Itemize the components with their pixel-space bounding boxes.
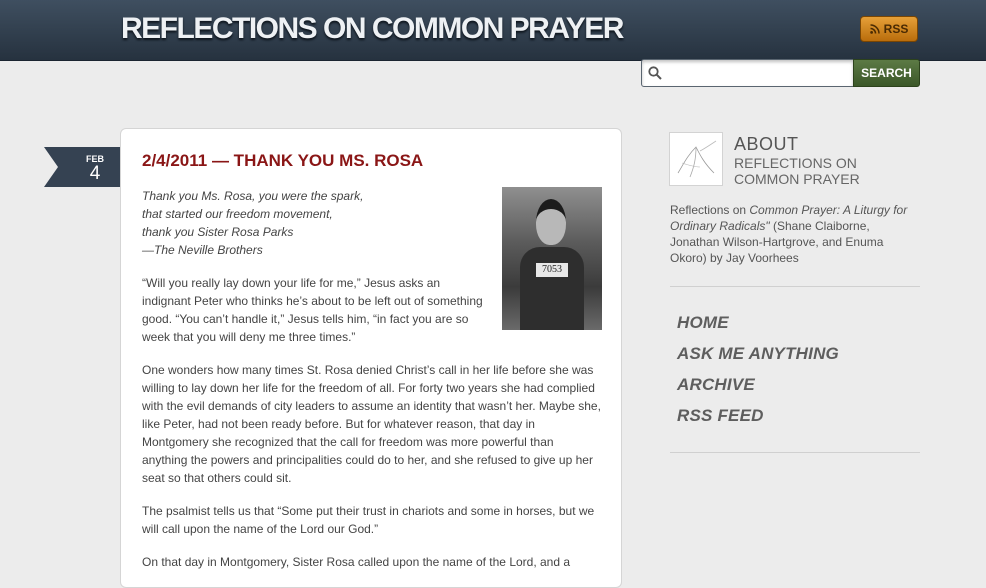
rss-icon (869, 24, 880, 34)
post-title[interactable]: 2/4/2011 — THANK YOU MS. ROSA (142, 151, 423, 171)
sidebar-divider (670, 286, 920, 287)
photo-figure-body (520, 247, 584, 330)
quote-line: that started our freedom movement, (142, 207, 333, 221)
nav-item-ask-me-anything[interactable]: ASK ME ANYTHING (677, 344, 839, 375)
quote-line: thank you Sister Rosa Parks (142, 225, 294, 239)
photo-figure-head (536, 199, 566, 245)
search-icon (648, 66, 662, 85)
about-subtitle: REFLECTIONS ON COMMON PRAYER (734, 155, 860, 187)
nav-item-home[interactable]: HOME (677, 313, 839, 344)
about-description: Reflections on Common Prayer: A Liturgy … (670, 202, 920, 266)
rss-button[interactable]: RSS (860, 16, 918, 42)
site-header: REFLECTIONS ON COMMON PRAYER RSS (0, 0, 986, 61)
nav-item-rss-feed[interactable]: RSS FEED (677, 406, 839, 437)
rss-label: RSS (883, 22, 909, 36)
sidebar-nav: HOME ASK ME ANYTHING ARCHIVE RSS FEED (677, 313, 839, 437)
post-paragraph: One wonders how many times St. Rosa deni… (142, 363, 601, 485)
post-date-day: 4 (89, 163, 101, 184)
about-avatar (669, 132, 723, 186)
post-card: 2/4/2011 — THANK YOU MS. ROSA 7053 Thank… (120, 128, 622, 588)
post-body: 7053 Thank you Ms. Rosa, you were the sp… (142, 187, 602, 586)
nav-item-archive[interactable]: ARCHIVE (677, 375, 839, 406)
site-title[interactable]: REFLECTIONS ON COMMON PRAYER (121, 12, 624, 46)
post-image-rosa-parks: 7053 (502, 187, 602, 330)
search-input[interactable] (666, 63, 850, 85)
about-desc-prefix: Reflections on (670, 203, 750, 217)
sidebar-divider (670, 452, 920, 453)
post-paragraph: The psalmist tells us that “Some put the… (142, 504, 595, 536)
post-date-badge: FEB 4 (44, 147, 120, 187)
quote-attribution: —The Neville Brothers (142, 243, 263, 257)
post-paragraph: On that day in Montgomery, Sister Rosa c… (142, 555, 571, 569)
photo-number-plate: 7053 (536, 263, 568, 277)
about-title: ABOUT (734, 134, 799, 154)
search-button[interactable]: SEARCH (853, 59, 920, 87)
search-box (641, 59, 854, 87)
quote-line: Thank you Ms. Rosa, you were the spark, (142, 189, 364, 203)
